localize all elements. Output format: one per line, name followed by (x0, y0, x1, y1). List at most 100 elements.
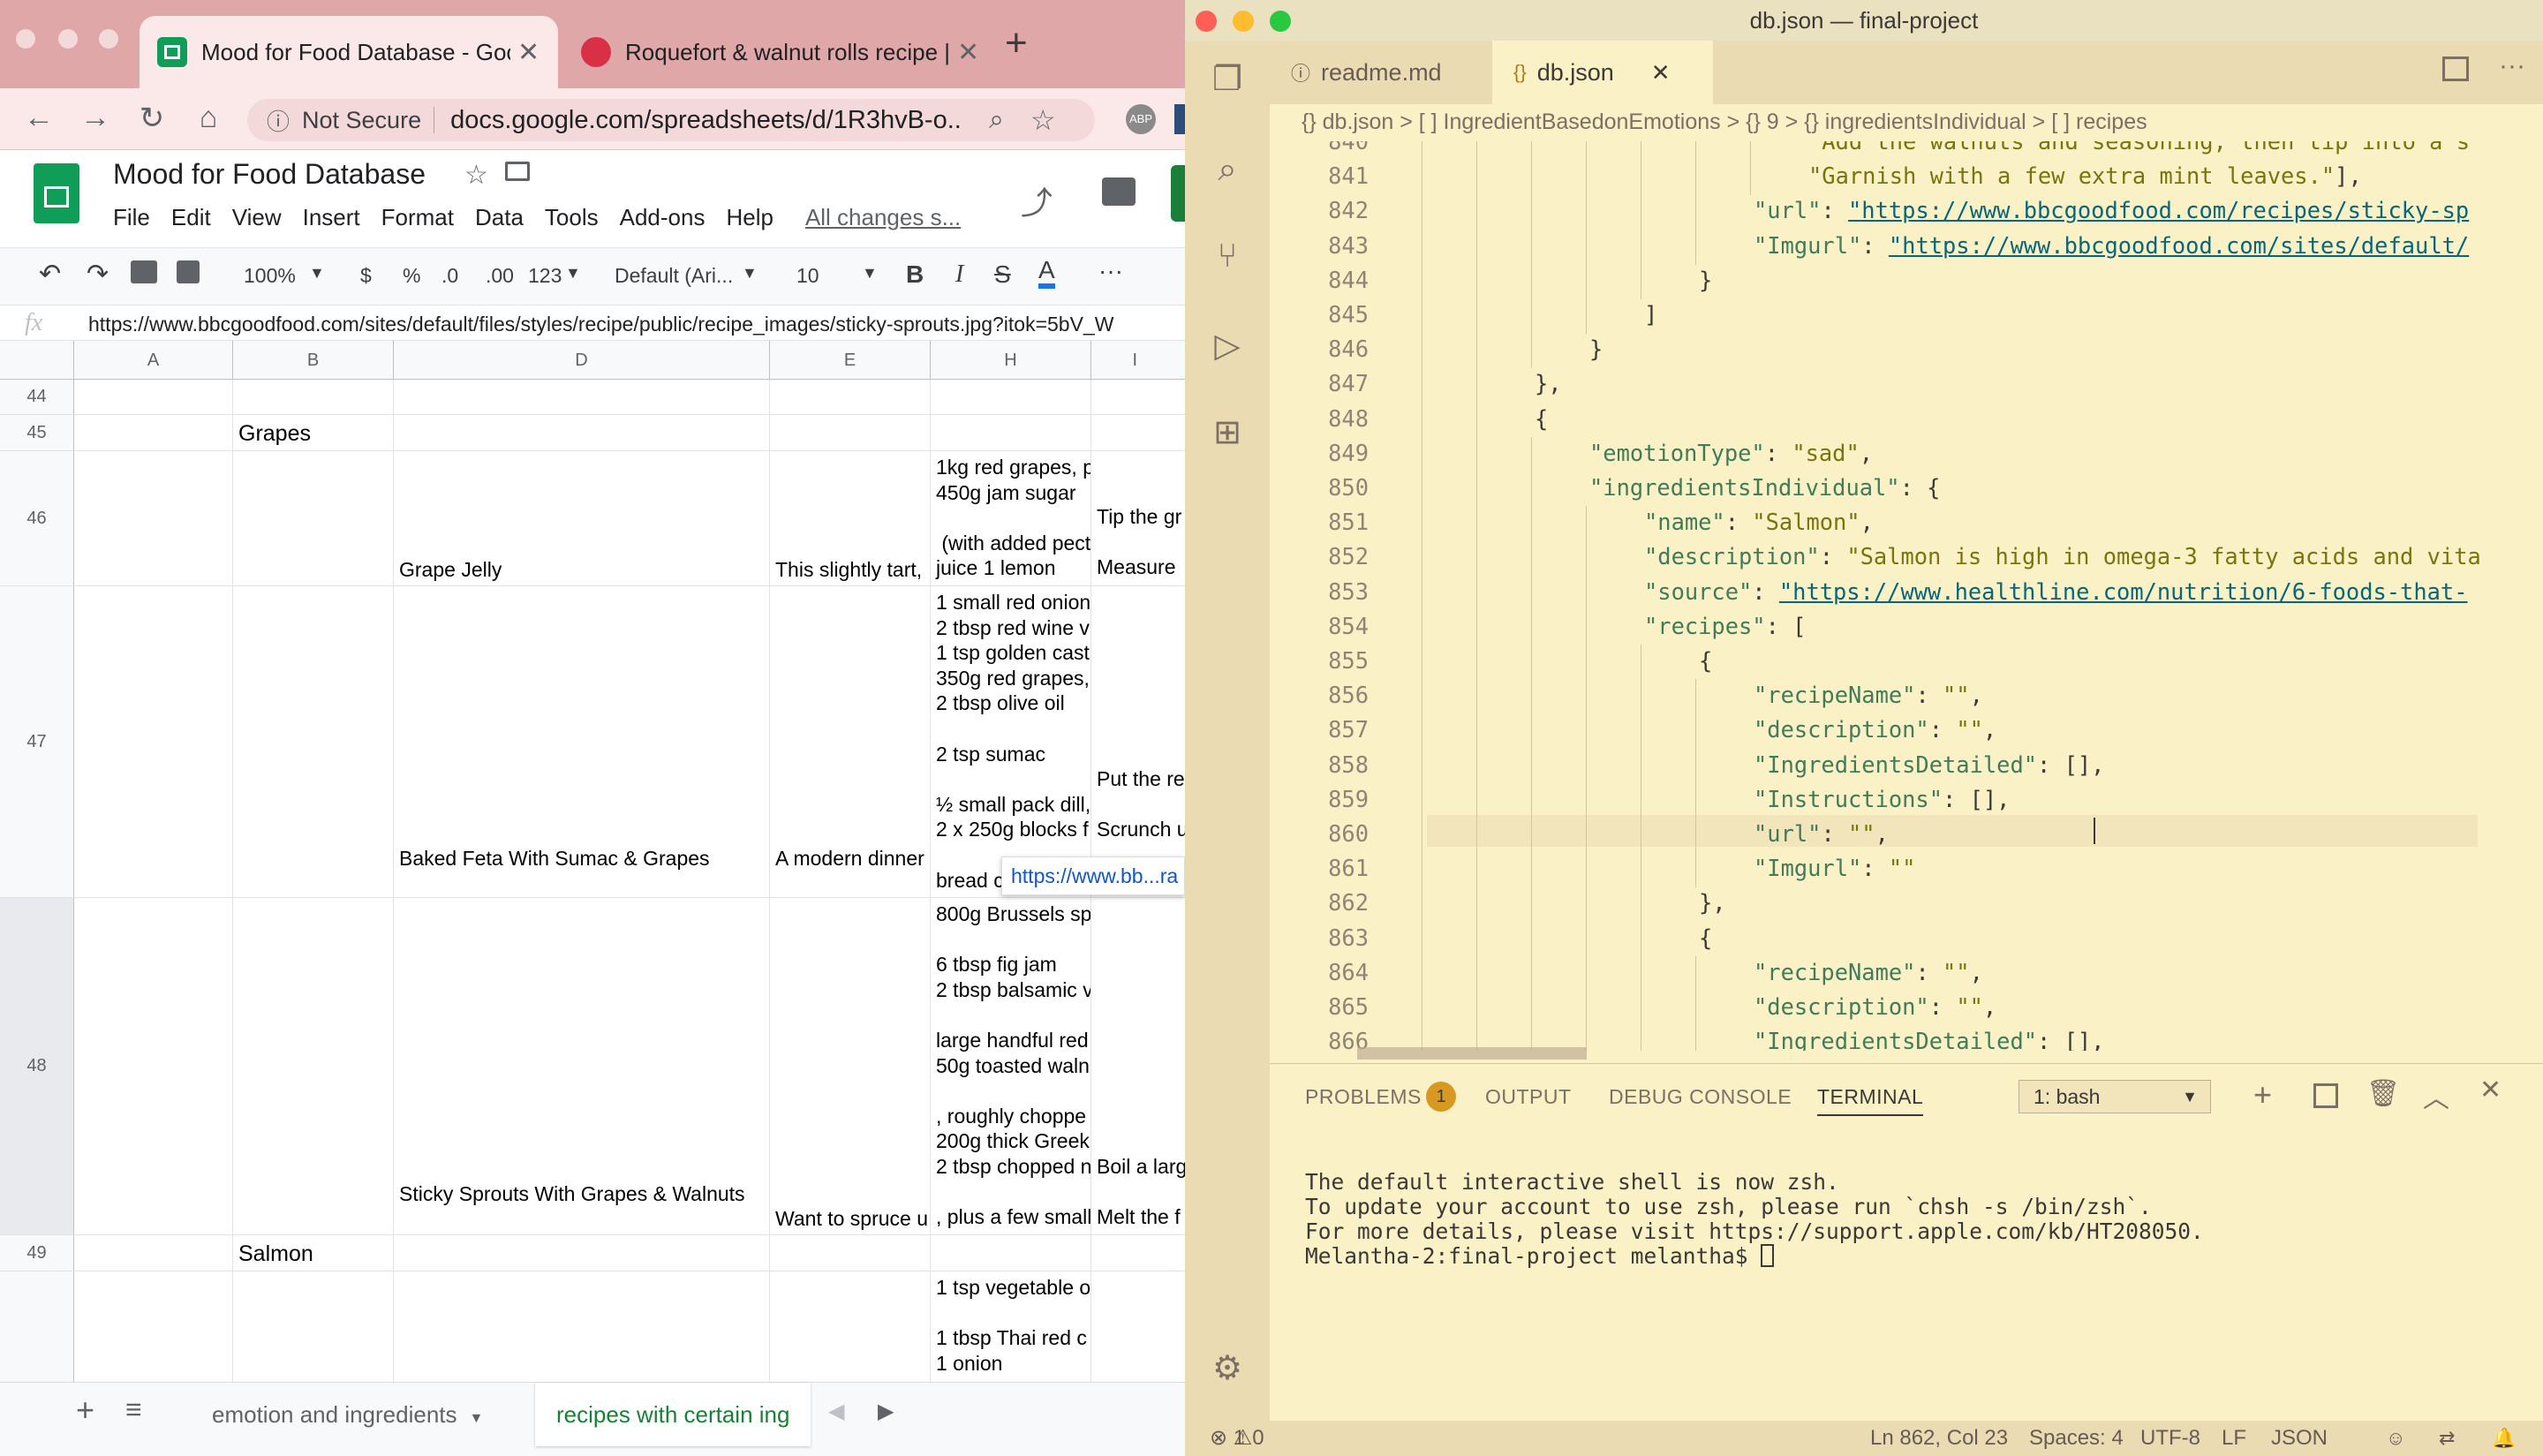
tab-problems[interactable]: PROBLEMS (1305, 1085, 1422, 1109)
cell[interactable] (74, 898, 233, 1234)
terminal-select[interactable]: 1: bash ▼ (2019, 1080, 2211, 1113)
number-format-button[interactable]: 123 (528, 264, 562, 288)
tab-readme[interactable]: ⓘ readme.md (1270, 41, 1490, 104)
code-editor[interactable]: 840 "Add the walnuts and seasoning, then … (1270, 141, 2543, 1051)
cell[interactable] (770, 380, 931, 414)
cell[interactable]: 800g Brussels sp 6 tbsp fig jam 2 tbsp b… (931, 898, 1091, 1234)
print-icon[interactable] (131, 260, 157, 283)
menu-view[interactable]: View (232, 204, 282, 230)
tab-db-json[interactable]: {} db.json ✕ (1492, 41, 1713, 104)
browser-tab-sheets[interactable]: Mood for Food Database - Goog ✕ (140, 16, 558, 88)
minimize-window-dot[interactable] (58, 29, 78, 49)
cell[interactable] (74, 415, 233, 450)
formula-text[interactable]: https://www.bbcgoodfood.com/sites/defaul… (88, 313, 1113, 336)
font-size-select[interactable]: 10 (796, 264, 819, 288)
menu-tools[interactable]: Tools (545, 204, 599, 230)
cell[interactable] (394, 1271, 770, 1382)
cell[interactable] (394, 1235, 770, 1271)
new-tab-icon[interactable]: + (1005, 21, 1028, 65)
code-line[interactable]: 846} (1270, 333, 2543, 369)
code-line[interactable]: 842 "url": "https://www.bbcgoodfood.com/r… (1270, 194, 2543, 230)
code-line[interactable]: 844} (1270, 263, 2543, 299)
adblock-icon[interactable]: ABP (1126, 104, 1156, 134)
new-terminal-icon[interactable]: + (2253, 1076, 2272, 1113)
run-debug-icon[interactable]: ▷ (1206, 325, 1249, 367)
cell[interactable]: Tip the gr Measure (1091, 451, 1185, 585)
select-all-corner[interactable] (0, 341, 74, 380)
bold-icon[interactable]: B (906, 260, 924, 289)
explorer-icon[interactable]: ❐ (1206, 58, 1249, 101)
cell[interactable] (233, 1271, 394, 1382)
cell[interactable]: Sticky Sprouts With Grapes & Walnuts (394, 898, 770, 1234)
indentation[interactable]: Spaces: 4 (2029, 1421, 2124, 1456)
redo-icon[interactable]: ↷ (87, 259, 109, 290)
notifications-bell-icon[interactable]: 🔔 (2492, 1421, 2516, 1456)
save-status[interactable]: All changes s... (805, 204, 961, 230)
code-line[interactable]: 848 { (1270, 402, 2543, 438)
zoom-icon[interactable]: ⌕ (989, 105, 1004, 135)
browser-tab-recipe[interactable]: Roquefort & walnut rolls recipe | ✕ (563, 16, 984, 88)
reload-icon[interactable]: ↻ (134, 101, 170, 136)
editor-horizontal-scrollbar[interactable] (1357, 1047, 1587, 1060)
row-number[interactable]: 49 (0, 1235, 74, 1271)
cell[interactable] (931, 415, 1091, 450)
move-folder-icon[interactable] (505, 162, 530, 181)
maximize-panel-icon[interactable]: ︿ (2423, 1076, 2449, 1115)
menu-file[interactable]: File (113, 204, 150, 230)
menu-help[interactable]: Help (726, 204, 773, 230)
row-number[interactable]: 45 (0, 415, 74, 450)
split-terminal-icon[interactable] (2313, 1083, 2338, 1108)
cell[interactable]: Boil a larg Melt the f (1091, 898, 1185, 1234)
cell[interactable] (770, 415, 931, 450)
code-line[interactable]: 856 "recipeName": "", (1270, 679, 2543, 715)
back-icon[interactable]: ← (21, 101, 57, 135)
code-line[interactable]: 853 "source": "https://www.healthline.com… (1270, 575, 2543, 611)
cell[interactable] (74, 380, 233, 414)
column-header-b[interactable]: B (233, 341, 394, 380)
feedback-icon[interactable]: ☺ (2386, 1421, 2405, 1456)
cell[interactable]: Put the re Scrunch u (1091, 586, 1185, 897)
activity-trend-icon[interactable]: ⤴ (1021, 177, 1053, 223)
code-line[interactable]: 849 "emotionType": "sad", (1270, 436, 2543, 472)
extensions-icon[interactable]: ⊞ (1206, 411, 1249, 454)
formula-bar[interactable]: fx https://www.bbcgoodfood.com/sites/def… (0, 306, 1185, 341)
cell[interactable] (233, 586, 394, 897)
maximize-window-dot[interactable] (99, 29, 118, 49)
percent-button[interactable]: % (403, 264, 420, 288)
cell[interactable]: 1 small red onion 2 tbsp red wine v 1 ts… (931, 586, 1091, 897)
code-line[interactable]: 859 "Instructions": [], (1270, 782, 2543, 819)
cell[interactable] (394, 415, 770, 450)
forward-icon[interactable]: → (78, 101, 113, 135)
column-header-h[interactable]: H (931, 341, 1091, 380)
cell[interactable]: A modern dinner (770, 586, 931, 897)
cell[interactable] (931, 380, 1091, 414)
code-line[interactable]: 865 "description": "", (1270, 991, 2543, 1026)
encoding[interactable]: UTF-8 (2140, 1421, 2200, 1456)
code-line[interactable]: 852 "description": "Salmon is high in ome… (1270, 540, 2543, 577)
live-share-icon[interactable]: ⇄ (2439, 1421, 2455, 1456)
cell[interactable] (770, 1271, 931, 1382)
cell[interactable] (394, 380, 770, 414)
minimize-window-dot[interactable] (1233, 11, 1254, 32)
share-button[interactable] (1171, 165, 1185, 222)
bookmark-star-icon[interactable]: ☆ (1030, 103, 1056, 137)
sheet-tab-emotion[interactable]: emotion and ingredients ▼ (185, 1383, 539, 1446)
cell[interactable]: Baked Feta With Sumac & Grapes (394, 586, 770, 897)
cell[interactable]: Grape Jelly (394, 451, 770, 585)
terminal-output[interactable]: The default interactive shell is now zsh… (1305, 1170, 2204, 1269)
cursor-position[interactable]: Ln 862, Col 23 (1870, 1421, 2008, 1456)
code-line[interactable]: 863 { (1270, 921, 2543, 957)
code-line[interactable]: 847}, (1270, 367, 2543, 404)
code-line[interactable]: 864 "recipeName": "", (1270, 955, 2543, 992)
row-number[interactable] (0, 1271, 74, 1382)
split-editor-icon[interactable] (2442, 57, 2469, 81)
scroll-tabs-left-icon[interactable]: ◀ (828, 1399, 844, 1424)
cell[interactable]: Grapes (233, 415, 394, 450)
code-line[interactable]: 845] (1270, 298, 2543, 334)
code-line[interactable]: 841 "Garnish with a few extra mint leaves… (1270, 160, 2543, 196)
menu-edit[interactable]: Edit (171, 204, 211, 230)
cell[interactable] (74, 1271, 233, 1382)
cell[interactable] (74, 586, 233, 897)
cell[interactable]: Salmon (233, 1235, 394, 1271)
cell[interactable]: Want to spruce u (770, 898, 931, 1234)
